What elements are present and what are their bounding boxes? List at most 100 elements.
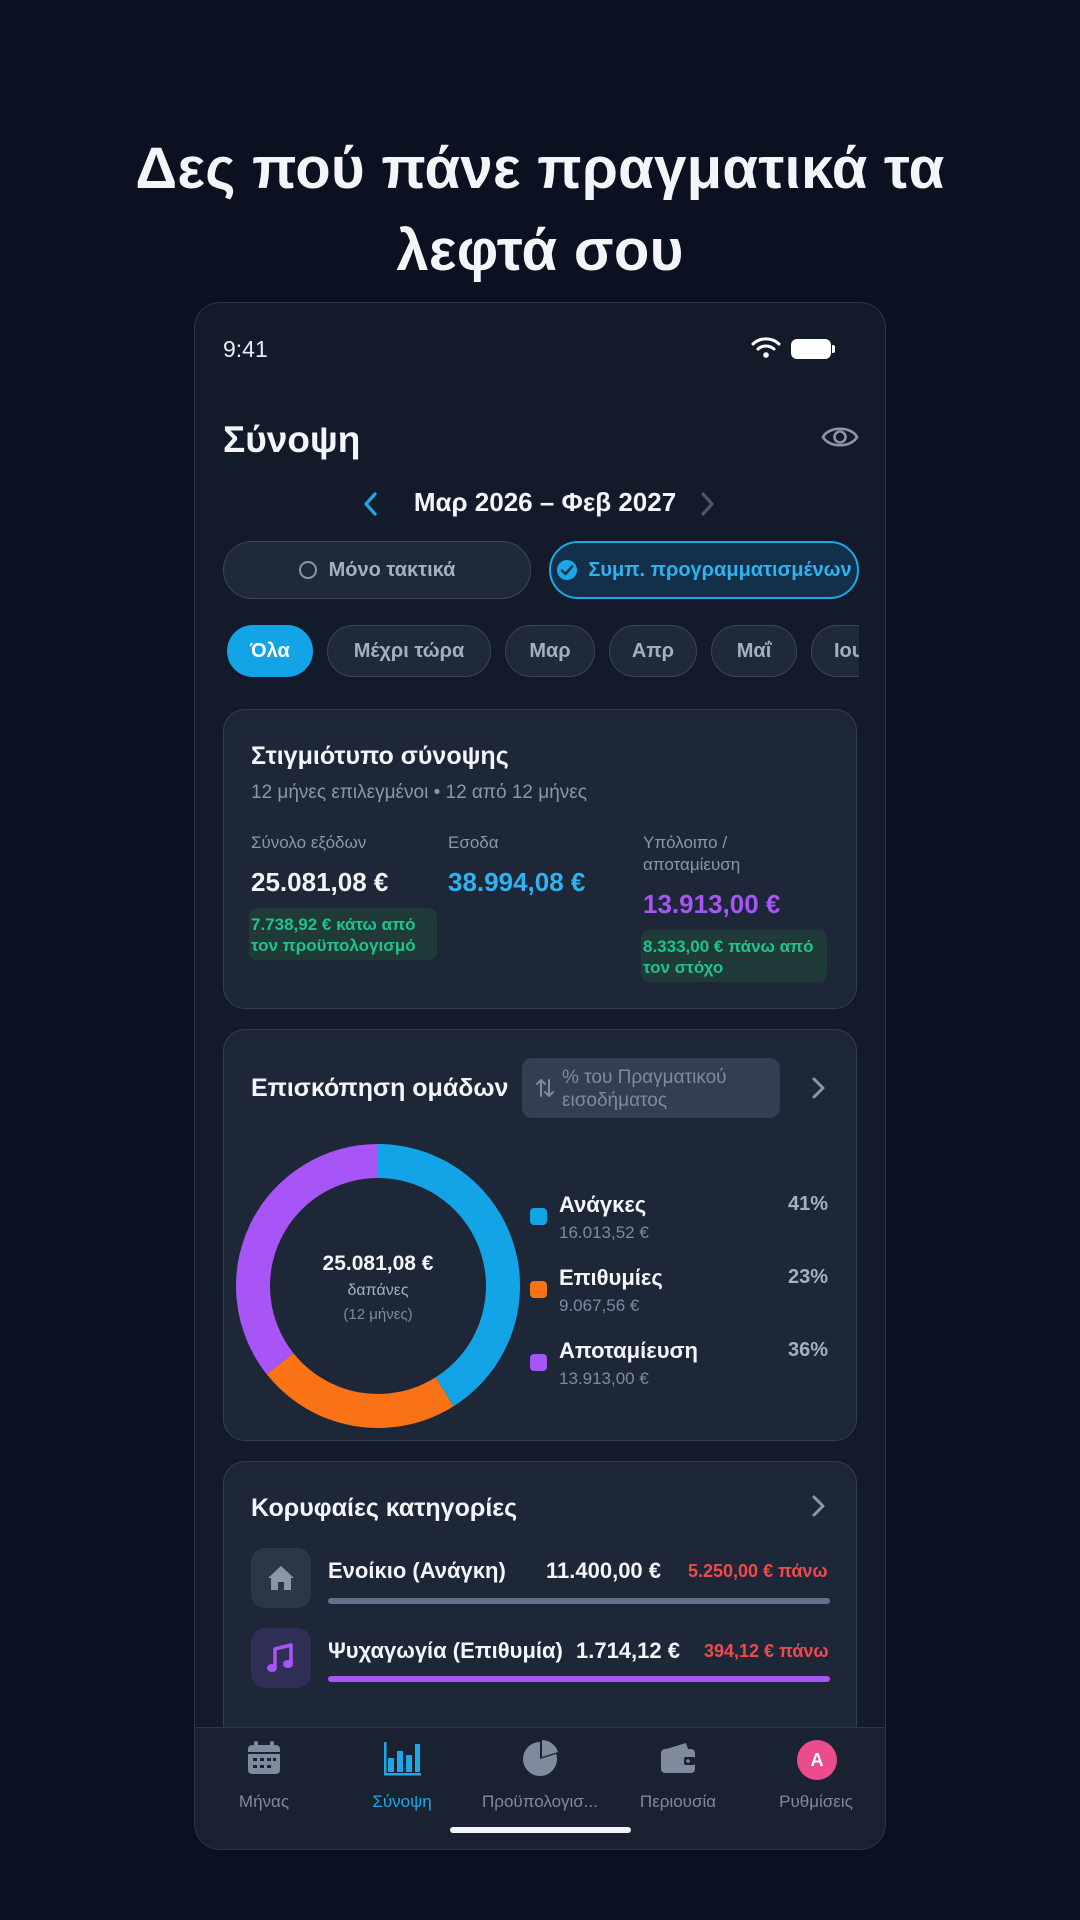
income-label: Εσοδα	[448, 833, 499, 852]
nav-assets[interactable]: Περιουσία	[609, 1738, 747, 1818]
bar-chart-icon	[384, 1742, 421, 1776]
nav-label: Προϋπολογισ...	[482, 1792, 598, 1811]
headline-line-2: λεφτά σου	[396, 218, 684, 283]
badge-line: τον προϋπολογισμό	[251, 936, 416, 955]
chip-label: Απρ	[631, 639, 675, 662]
include-scheduled-label: Συμπ. προγραμματισμένων	[588, 558, 852, 581]
include-scheduled-toggle[interactable]: Συμπ. προγραμματισμένων	[549, 541, 859, 599]
expenses-value: 25.081,08 €	[251, 867, 389, 897]
legend-amount-needs: 16.013,52 €	[559, 1223, 649, 1242]
nav-settings[interactable]: A Ρυθμίσεις	[747, 1738, 885, 1818]
donut-slice-1	[266, 1353, 454, 1428]
snapshot-card: Στιγμιότυπο σύνοψης 12 μήνες επιλεγμένοι…	[223, 709, 857, 1009]
legend-dot-wants	[530, 1281, 547, 1298]
legend-dot-needs	[530, 1208, 547, 1225]
badge-line: τον στόχο	[643, 958, 724, 977]
expenses-label: Σύνολο εξόδων	[251, 833, 367, 852]
legend-name-wants: Επιθυμίες	[559, 1265, 663, 1290]
legend-amount-savings: 13.913,00 €	[559, 1369, 649, 1388]
balance-goal-badge: 8.333,00 € πάνω από τον στόχο	[641, 930, 827, 982]
legend-pct-savings: 36%	[787, 1339, 828, 1361]
expenses-budget-badge: 7.738,92 € κάτω από τον προϋπολογισμό	[249, 908, 437, 960]
home-indicator	[450, 1827, 631, 1833]
badge-line: 8.333,00 € πάνω από	[643, 937, 814, 956]
home-icon	[268, 1566, 294, 1590]
avatar: A	[797, 1740, 837, 1780]
period-next-chevron-icon[interactable]	[695, 489, 719, 519]
check-circle-icon	[557, 560, 578, 580]
category-progress-bar-entertainment	[328, 1676, 830, 1682]
groups-chevron-right-icon[interactable]	[808, 1074, 828, 1102]
donut-months: (12 μήνες)	[343, 1306, 413, 1323]
chip-may[interactable]: Μαΐ	[711, 625, 797, 677]
battery-icon	[791, 339, 835, 359]
legend-dot-savings	[530, 1354, 547, 1371]
legend-name-savings: Αποταμίευση	[559, 1338, 698, 1363]
chip-label: Μαρ	[529, 639, 571, 662]
legend-pct-wants: 23%	[787, 1266, 828, 1288]
wallet-icon	[661, 1743, 695, 1773]
status-time: 9:41	[223, 336, 268, 362]
nav-label: Μήνας	[238, 1792, 290, 1811]
category-progress-bar-rent	[328, 1598, 830, 1604]
category-amount-rent: 11.400,00 €	[546, 1558, 662, 1583]
radio-empty-icon	[298, 561, 317, 579]
groups-title: Επισκόπηση ομάδων	[251, 1074, 509, 1102]
regular-only-label: Μόνο τακτικά	[328, 558, 456, 581]
period-label: Μαρ 2026 – Φεβ 2027	[413, 487, 677, 517]
nav-label: Ρυθμίσεις	[779, 1792, 853, 1811]
snapshot-title: Στιγμιότυπο σύνοψης	[251, 742, 509, 770]
snapshot-subtitle: 12 μήνες επιλεγμένοι • 12 από 12 μήνες	[251, 782, 587, 803]
top-categories-chevron-right-icon[interactable]	[808, 1492, 828, 1520]
sort-mode-label: % του Πραγματικού εισοδήματος	[562, 1066, 772, 1112]
legend-pct-needs: 41%	[787, 1193, 828, 1215]
category-name-entertainment: Ψυχαγωγία (Επιθυμία)	[328, 1638, 563, 1663]
sort-mode-button[interactable]: % του Πραγματικού εισοδήματος	[522, 1058, 780, 1118]
badge-line: 7.738,92 € κάτω από	[251, 915, 416, 934]
category-over-rent: 5.250,00 € πάνω	[688, 1561, 828, 1581]
nav-budget[interactable]: Προϋπολογισ...	[471, 1738, 609, 1818]
headline-line-1: Δες πού πάνε πραγματικά τα	[135, 136, 945, 201]
chip-label: Όλα	[250, 639, 290, 662]
chip-mar[interactable]: Μαρ	[505, 625, 595, 677]
income-value: 38.994,08 €	[448, 867, 586, 897]
pie-chart-icon	[523, 1740, 558, 1776]
chip-apr[interactable]: Απρ	[609, 625, 697, 677]
top-categories-title: Κορυφαίες κατηγορίες	[251, 1494, 518, 1522]
nav-label: Περιουσία	[639, 1792, 717, 1811]
sort-line: % του Πραγματικού	[562, 1067, 727, 1088]
eye-icon[interactable]	[821, 423, 859, 451]
category-row-entertainment[interactable]	[251, 1628, 311, 1688]
nav-month[interactable]: Μήνας	[195, 1738, 333, 1818]
legend-name-needs: Ανάγκες	[559, 1192, 647, 1217]
chip-to-date[interactable]: Μέχρι τώρα	[327, 625, 491, 677]
balance-label-line: Υπόλοιπο /	[643, 833, 728, 852]
period-prev-chevron-icon[interactable]	[359, 489, 383, 519]
category-name-rent: Ενοίκιο (Ανάγκη)	[328, 1558, 506, 1583]
category-row-rent[interactable]	[251, 1548, 311, 1608]
chip-label: Μέχρι τώρα	[353, 639, 465, 662]
chip-jun[interactable]: Ιουν	[811, 625, 859, 677]
page-title: Σύνοψη	[223, 419, 361, 460]
calendar-icon	[248, 1741, 280, 1774]
wifi-icon	[751, 337, 781, 358]
balance-value: 13.913,00 €	[643, 889, 781, 919]
nav-summary[interactable]: Σύνοψη	[333, 1738, 471, 1818]
marketing-headline: Δες πού πάνε πραγματικά τα λεφτά σου	[0, 128, 1080, 292]
legend-amount-wants: 9.067,56 €	[559, 1296, 640, 1315]
phone-frame: 9:41 Σύνοψη Μαρ 2026 – Φεβ 2027 Μόνο τακ…	[194, 302, 886, 1850]
regular-only-toggle[interactable]: Μόνο τακτικά	[223, 541, 531, 599]
sort-line: εισοδήματος	[562, 1090, 668, 1111]
balance-label-line: αποταμίευση	[643, 855, 741, 874]
groups-overview-card: Επισκόπηση ομάδων % του Πραγματικού εισο…	[223, 1029, 857, 1441]
donut-caption: δαπάνες	[347, 1282, 409, 1299]
month-chip-row: Όλα Μέχρι τώρα Μαρ Απρ Μαΐ Ιουν	[227, 625, 859, 681]
chip-label: Μαΐ	[736, 639, 772, 662]
music-note-icon	[267, 1643, 293, 1672]
sort-arrows-icon	[536, 1079, 554, 1097]
nav-label: Σύνοψη	[372, 1792, 432, 1811]
chip-all[interactable]: Όλα	[227, 625, 313, 677]
category-amount-entertainment: 1.714,12 €	[576, 1638, 680, 1663]
chip-label: Ιουν	[834, 639, 859, 662]
category-over-entertainment: 394,12 € πάνω	[704, 1641, 829, 1661]
